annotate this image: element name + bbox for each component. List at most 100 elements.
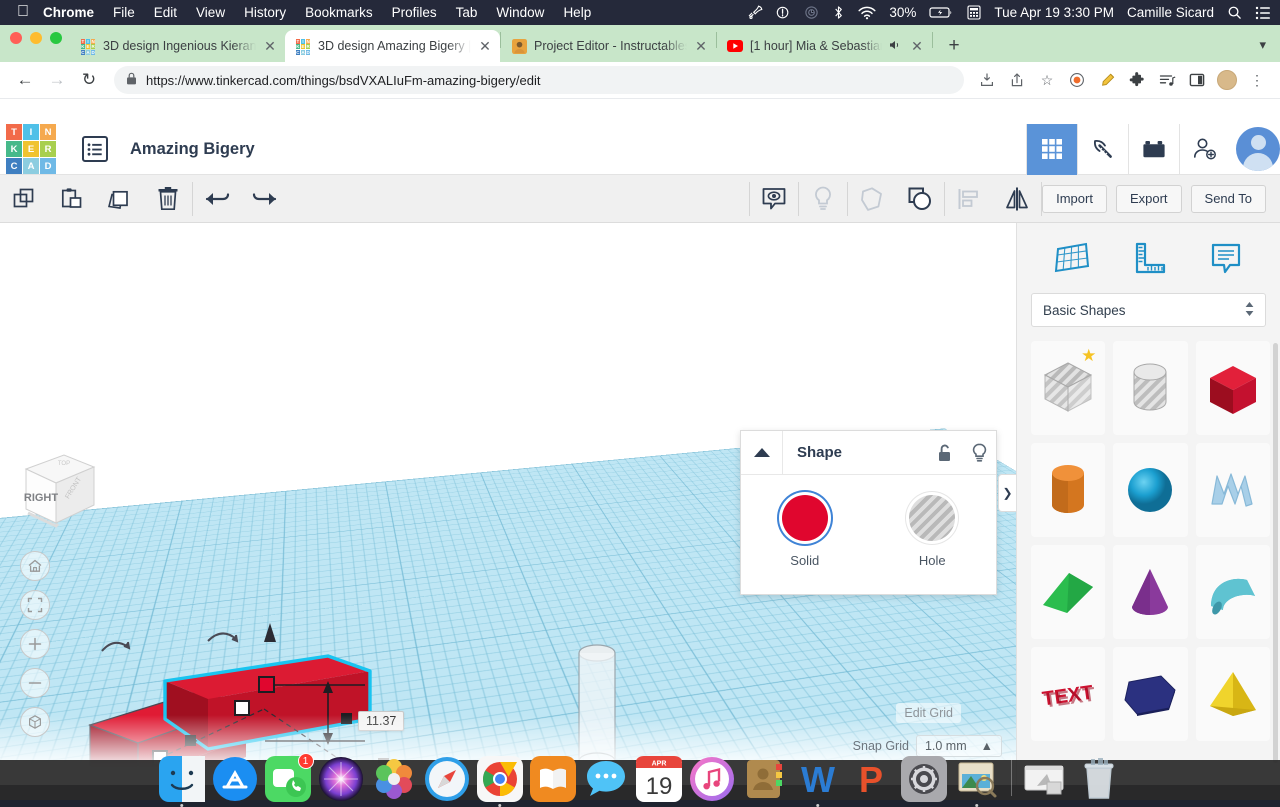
- highlighter-icon[interactable]: [1094, 67, 1120, 93]
- browser-tab-2[interactable]: TIN KER CAD 3D design Amazing Bigery | T…: [285, 30, 500, 62]
- menu-item-bookmarks[interactable]: Bookmarks: [305, 5, 373, 20]
- calculator-icon[interactable]: [967, 5, 981, 20]
- dock-item-preview[interactable]: [954, 756, 1000, 802]
- shape-item-pyramid[interactable]: [1196, 647, 1270, 741]
- back-button[interactable]: ←: [10, 65, 40, 95]
- copy-icon[interactable]: [0, 175, 48, 223]
- time-machine-icon[interactable]: [804, 5, 819, 20]
- siri-icon[interactable]: [776, 5, 791, 20]
- collapse-sidebar-chevron-icon[interactable]: ❯: [998, 474, 1016, 512]
- dock-item-powerpoint[interactable]: P: [848, 756, 894, 802]
- new-tab-button[interactable]: +: [943, 35, 965, 57]
- window-traffic-lights[interactable]: [10, 25, 62, 62]
- shape-option-solid[interactable]: Solid: [741, 495, 869, 568]
- dock-item-messages[interactable]: [583, 756, 629, 802]
- mirror-icon[interactable]: [993, 175, 1041, 223]
- menu-bar-clock[interactable]: Tue Apr 19 3:30 PM: [994, 5, 1114, 20]
- undo-arrow-icon[interactable]: [193, 175, 241, 223]
- chevron-up-icon[interactable]: [741, 431, 783, 474]
- shape-item-cone[interactable]: [1113, 545, 1187, 639]
- cube-perspective-icon[interactable]: [20, 707, 50, 737]
- dock-item-facetime[interactable]: 1: [265, 756, 311, 802]
- grid-icon[interactable]: [1026, 124, 1077, 175]
- sidepanel-icon[interactable]: [1184, 67, 1210, 93]
- edit-grid-button[interactable]: Edit Grid: [896, 703, 961, 723]
- pickaxe-icon[interactable]: [1077, 124, 1128, 175]
- minus-icon[interactable]: [20, 668, 50, 698]
- menu-item-tab[interactable]: Tab: [456, 5, 478, 20]
- project-list-icon[interactable]: [82, 136, 108, 162]
- dock-item-books[interactable]: [530, 756, 576, 802]
- fit-frame-icon[interactable]: [20, 590, 50, 620]
- shape-item-polygon[interactable]: [1113, 647, 1187, 741]
- browser-tab-4[interactable]: [1 hour] Mia & Sebastian's ✕: [717, 30, 932, 62]
- dock-item-itunes[interactable]: [689, 756, 735, 802]
- menu-item-profiles[interactable]: Profiles: [392, 5, 437, 20]
- chevron-down-icon[interactable]: ▾: [1259, 37, 1266, 53]
- dock-item-app-store[interactable]: [212, 756, 258, 802]
- shape-item-roof[interactable]: [1031, 545, 1105, 639]
- bluetooth-icon[interactable]: [832, 5, 845, 20]
- tinkercad-logo[interactable]: T I N K E R C A D: [6, 124, 56, 174]
- import-button[interactable]: Import: [1042, 185, 1107, 213]
- snap-grid-select[interactable]: 1.0 mm ▲: [916, 735, 1002, 757]
- lego-brick-icon[interactable]: [1128, 124, 1179, 175]
- bookmark-star-icon[interactable]: ☆: [1034, 67, 1060, 93]
- shape-category-select[interactable]: Basic Shapes: [1031, 293, 1266, 327]
- dock-item-downloads-stack[interactable]: [1023, 756, 1069, 802]
- close-tab-icon[interactable]: ✕: [694, 38, 708, 55]
- dock-item-contacts[interactable]: [742, 756, 788, 802]
- profile-avatar[interactable]: [1214, 67, 1240, 93]
- duplicate-icon[interactable]: [96, 175, 144, 223]
- shape-item-text[interactable]: TEXTTEXT: [1031, 647, 1105, 741]
- solid-swatch[interactable]: [782, 495, 828, 541]
- media-list-icon[interactable]: [1154, 67, 1180, 93]
- plus-icon[interactable]: [20, 629, 50, 659]
- group-shapes-icon[interactable]: [896, 175, 944, 223]
- shape-item-cylinder[interactable]: [1031, 443, 1105, 537]
- 3d-viewport[interactable]: 11.37 RIGHT FRONT TOP: [0, 223, 1016, 785]
- battery-icon[interactable]: [929, 6, 954, 19]
- menu-item-file[interactable]: File: [113, 5, 135, 20]
- wifi-icon[interactable]: [858, 6, 876, 20]
- dock-item-finder[interactable]: [159, 756, 205, 802]
- dock-item-siri[interactable]: [318, 756, 364, 802]
- dock-item-trash[interactable]: [1076, 756, 1122, 802]
- record-icon[interactable]: [1064, 67, 1090, 93]
- page-title[interactable]: Amazing Bigery: [130, 140, 255, 159]
- close-tab-icon[interactable]: ✕: [910, 38, 924, 55]
- ruler-icon[interactable]: [1127, 236, 1171, 280]
- dock-item-system-preferences[interactable]: [901, 756, 947, 802]
- workplane-icon[interactable]: [1050, 236, 1094, 280]
- dock-item-chrome[interactable]: [477, 756, 523, 802]
- minimize-window-button[interactable]: [30, 32, 42, 44]
- user-avatar[interactable]: [1236, 127, 1280, 171]
- shape-option-hole[interactable]: Hole: [869, 495, 997, 568]
- apple-menu-icon[interactable]: : [17, 4, 29, 20]
- menu-item-chrome[interactable]: Chrome: [43, 5, 94, 20]
- menu-item-view[interactable]: View: [196, 5, 225, 20]
- menu-item-edit[interactable]: Edit: [154, 5, 177, 20]
- trash-icon[interactable]: [144, 175, 192, 223]
- export-button[interactable]: Export: [1116, 185, 1182, 213]
- menu-item-help[interactable]: Help: [563, 5, 591, 20]
- view-cube[interactable]: RIGHT FRONT TOP: [18, 451, 100, 531]
- lightbulb-icon[interactable]: [962, 443, 996, 463]
- shape-item-sphere[interactable]: [1113, 443, 1187, 537]
- paste-icon[interactable]: [48, 175, 96, 223]
- maximize-window-button[interactable]: [50, 32, 62, 44]
- tab-audio-icon[interactable]: [889, 39, 903, 54]
- rocket-icon[interactable]: [747, 5, 763, 21]
- sidebar-scrollbar[interactable]: [1273, 343, 1278, 763]
- home-icon[interactable]: [20, 551, 50, 581]
- dock-item-photos[interactable]: [371, 756, 417, 802]
- menu-item-window[interactable]: Window: [496, 5, 544, 20]
- share-icon[interactable]: [1004, 67, 1030, 93]
- dock-item-safari[interactable]: [424, 756, 470, 802]
- reload-button[interactable]: ↻: [74, 65, 104, 95]
- note-icon[interactable]: [1204, 236, 1248, 280]
- unlock-icon[interactable]: [928, 444, 962, 462]
- browser-tab-3[interactable]: Project Editor - Instructables ✕: [501, 30, 716, 62]
- dock-item-word[interactable]: W: [795, 756, 841, 802]
- hole-swatch[interactable]: [909, 495, 955, 541]
